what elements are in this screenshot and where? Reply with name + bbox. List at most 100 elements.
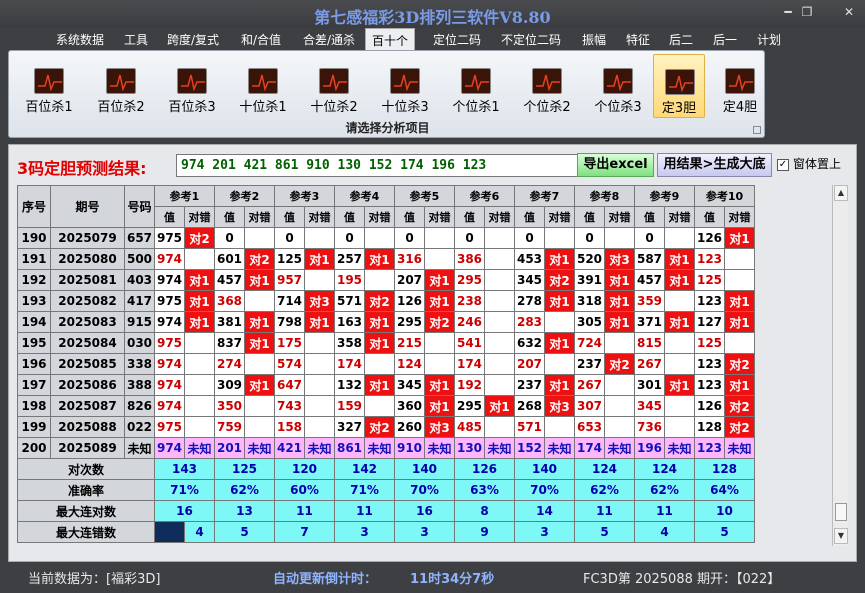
row-mark-cell [424,353,455,375]
menu-item-1[interactable]: 工具 [124,31,148,48]
ribbon-button-7[interactable]: 个位杀2 [519,54,575,118]
menu-item-0[interactable]: 系统数据 [56,31,104,48]
row-mark-cell: 对1 [664,374,695,396]
chart-icon [319,68,349,94]
ribbon-button-6[interactable]: 个位杀1 [448,54,504,118]
ribbon-expand-icon[interactable] [753,126,761,134]
stats-value: 70% [394,479,455,501]
row-mark-cell [604,332,635,354]
row-value-cell: 127 [694,311,725,333]
table-row[interactable]: 191 2025080 500 974 601 对2 125 对1 257 对1 316 386 453… [17,248,755,270]
header-mark: 对错 [424,206,455,228]
row-mark-cell: 对3 [544,395,575,417]
row-mark-cell: 未知 [664,437,695,459]
ribbon-button-label: 定3胆 [661,101,697,116]
menu-item-2[interactable]: 跨度/复式 [167,31,219,48]
chart-icon [34,68,64,94]
row-value-cell: 238 [454,290,485,312]
row-value-cell: 174 [574,437,605,459]
menu-item-7[interactable]: 不定位二码 [501,31,561,48]
menu-item-12[interactable]: 计划 [757,31,781,48]
row-value-cell: 574 [274,353,305,375]
status-data-source: 当前数据为：[福彩3D] [28,572,161,587]
generate-button[interactable]: 用结果>生成大底 [657,153,772,177]
checkbox-icon[interactable]: ✓ [777,158,789,171]
table-row[interactable]: 199 2025088 022 975 759 158 327 对2 260 对3 485 571 65… [17,416,755,438]
ribbon-button-4[interactable]: 十位杀2 [306,54,362,118]
row-mark-cell: 未知 [544,437,575,459]
row-value-cell: 318 [574,290,605,312]
ribbon-button-10[interactable]: 定4胆 [715,54,765,118]
table-row[interactable]: 195 2025084 030 975 837 对1 175 358 对1 215 541 632 对1… [17,332,755,354]
scroll-down-icon[interactable]: ▼ [834,528,848,544]
row-value-cell: 309 [214,374,245,396]
maximize-button[interactable]: ❐ [796,4,818,20]
stats-label: 最大连对数 [17,500,155,522]
row-value-cell: 724 [574,332,605,354]
menu-item-6[interactable]: 定位二码 [433,31,481,48]
ribbon-button-3[interactable]: 十位杀1 [235,54,291,118]
table-row[interactable]: 192 2025081 403 974 对1 457 对1 957 195 207 对1 295 345… [17,269,755,291]
row-code: 338 [124,353,155,375]
row-mark-cell [604,374,635,396]
menu-item-9[interactable]: 特征 [626,31,650,48]
table-row[interactable]: 197 2025086 388 974 309 对1 647 132 对1 345 对1 192 237… [17,374,755,396]
row-value-cell: 453 [514,248,545,270]
row-mark-cell: 对1 [484,395,515,417]
ribbon-button-5[interactable]: 十位杀3 [377,54,433,118]
row-mark-cell: 对1 [664,311,695,333]
stats-value: 71% [154,479,215,501]
table-row[interactable]: 196 2025085 338 974 274 574 174 124 174 207 237 对2 2… [17,353,755,375]
row-value-cell: 274 [214,353,245,375]
header-val: 值 [274,206,305,228]
row-value-cell: 124 [394,353,425,375]
ontop-checkbox[interactable]: ✓ 窗体置上 [777,155,841,172]
row-mark-cell: 对1 [664,269,695,291]
ribbon-button-9[interactable]: 定3胆 [653,54,705,118]
row-value-cell: 0 [274,227,305,249]
export-excel-button[interactable]: 导出excel [577,153,654,177]
ribbon-button-label: 个位杀3 [594,100,642,115]
close-button[interactable]: ✕ [838,4,860,20]
row-mark-cell: 对1 [424,269,455,291]
row-period: 2025082 [50,290,125,312]
menu-item-10[interactable]: 后二 [669,31,693,48]
vertical-scrollbar[interactable]: ▲ ▼ [832,185,848,546]
scroll-thumb[interactable] [835,503,847,521]
ribbon-button-0[interactable]: 百位杀1 [21,54,77,118]
row-value-cell: 201 [214,437,245,459]
table-row[interactable]: 190 2025079 657 975 对2 0 0 0 0 0 0 0 0 126 对1 [17,227,755,249]
header-mark: 对错 [484,206,515,228]
row-seq: 191 [17,248,51,270]
scroll-up-icon[interactable]: ▲ [834,185,848,201]
row-value-cell: 798 [274,311,305,333]
ribbon-button-8[interactable]: 个位杀3 [590,54,646,118]
row-mark-cell [664,416,695,438]
menu-item-3[interactable]: 和/合值 [241,31,281,48]
table-row[interactable]: 193 2025082 417 975 对1 368 714 对3 571 对2 126 对1 238 2… [17,290,755,312]
window-title: 第七感福彩3D排列三软件V8.80 [314,8,551,27]
table-row[interactable]: 200 2025089 未知 974 未知 201 未知 421 未知 861 未知 910 未知 130… [17,437,755,459]
menu-item-4[interactable]: 合差/通杀 [303,31,355,48]
row-value-cell: 192 [454,374,485,396]
row-mark-cell: 对1 [364,311,395,333]
ribbon-button-2[interactable]: 百位杀3 [164,54,220,118]
menu-item-5[interactable]: 百十个 [365,28,416,50]
stats-row: 对次数 143 125 120 142 140 126 140 124 124 128 [17,458,755,480]
result-field[interactable]: 974 201 421 861 910 130 152 174 196 123 [176,154,585,177]
table-row[interactable]: 198 2025087 826 974 350 743 159 360 对1 295 对1 268 对3… [17,395,755,417]
ribbon-button-1[interactable]: 百位杀2 [93,54,149,118]
ribbon-button-label: 百位杀3 [168,100,216,115]
row-mark-cell [184,416,215,438]
row-mark-cell: 对2 [364,290,395,312]
menu-item-11[interactable]: 后一 [713,31,737,48]
row-mark-cell [364,353,395,375]
row-value-cell: 957 [274,269,305,291]
row-value-cell: 130 [454,437,485,459]
menu-item-8[interactable]: 振幅 [582,31,606,48]
ribbon-button-label: 十位杀1 [239,100,287,115]
stats-value: 13 [214,500,275,522]
stats-value: 62% [214,479,275,501]
table-row[interactable]: 194 2025083 915 974 对1 381 对1 798 对1 163 对1 295 对2 24… [17,311,755,333]
row-mark-cell [544,227,575,249]
